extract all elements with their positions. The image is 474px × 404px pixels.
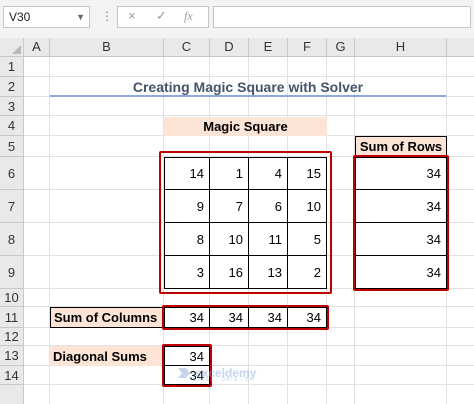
exceldemy-logo-icon bbox=[178, 368, 190, 378]
enter-icon[interactable]: ✓ bbox=[156, 8, 167, 24]
row-header-13[interactable]: 13 bbox=[0, 346, 24, 366]
row-header-3[interactable]: 3 bbox=[0, 97, 24, 116]
sum-of-rows-header: Sum of Rows bbox=[355, 136, 447, 157]
row-header-4[interactable]: 4 bbox=[0, 116, 24, 136]
sum-of-columns-highlight bbox=[162, 305, 329, 330]
column-header-a[interactable]: A bbox=[24, 38, 50, 57]
watermark-tagline: EXCEL · DATA · BI bbox=[193, 377, 253, 383]
formula-input[interactable] bbox=[213, 6, 471, 28]
row-header-1[interactable]: 1 bbox=[0, 57, 24, 77]
row-header-15[interactable] bbox=[0, 385, 24, 404]
row-header-7[interactable]: 7 bbox=[0, 190, 24, 223]
column-header-f[interactable]: F bbox=[288, 38, 327, 57]
row-header-9[interactable]: 9 bbox=[0, 256, 24, 289]
row-header-10[interactable]: 10 bbox=[0, 289, 24, 307]
sheet-title: Creating Magic Square with Solver bbox=[132, 78, 364, 95]
more-options-icon[interactable]: ⋮ bbox=[101, 9, 113, 23]
diagonal-sums-label: Diagonal Sums bbox=[50, 346, 164, 366]
row-header-11[interactable]: 11 bbox=[0, 307, 24, 328]
sum-of-rows-highlight bbox=[353, 155, 449, 291]
column-header-i[interactable] bbox=[447, 38, 474, 57]
column-header-g[interactable]: G bbox=[327, 38, 355, 57]
row-header-2[interactable]: 2 bbox=[0, 77, 24, 97]
row-header-12[interactable]: 12 bbox=[0, 328, 24, 346]
magic-square-highlight bbox=[159, 151, 332, 294]
row-header-14[interactable]: 14 bbox=[0, 366, 24, 385]
exceldemy-watermark: exceldemy EXCEL · DATA · BI bbox=[176, 362, 286, 384]
formula-bar: V30 ▼ ⋮ × ✓ fx bbox=[0, 0, 474, 39]
column-header-d[interactable]: D bbox=[210, 38, 249, 57]
row-header-6[interactable]: 6 bbox=[0, 157, 24, 190]
sum-of-columns-label: Sum of Columns bbox=[50, 307, 164, 328]
formula-buttons: × ✓ fx bbox=[117, 6, 209, 28]
chevron-down-icon[interactable]: ▼ bbox=[76, 7, 85, 27]
column-header-e[interactable]: E bbox=[249, 38, 288, 57]
cancel-icon[interactable]: × bbox=[128, 8, 136, 23]
name-box[interactable]: V30 ▼ bbox=[3, 6, 90, 28]
row-header-5[interactable]: 5 bbox=[0, 136, 24, 157]
row-header-8[interactable]: 8 bbox=[0, 223, 24, 256]
insert-function-icon[interactable]: fx bbox=[184, 9, 193, 24]
magic-square-header: Magic Square bbox=[164, 117, 327, 136]
select-all-button[interactable] bbox=[0, 38, 24, 57]
column-header-h[interactable]: H bbox=[355, 38, 447, 57]
column-header-b[interactable]: B bbox=[50, 38, 164, 57]
column-header-c[interactable]: C bbox=[164, 38, 210, 57]
name-box-value: V30 bbox=[9, 10, 31, 24]
